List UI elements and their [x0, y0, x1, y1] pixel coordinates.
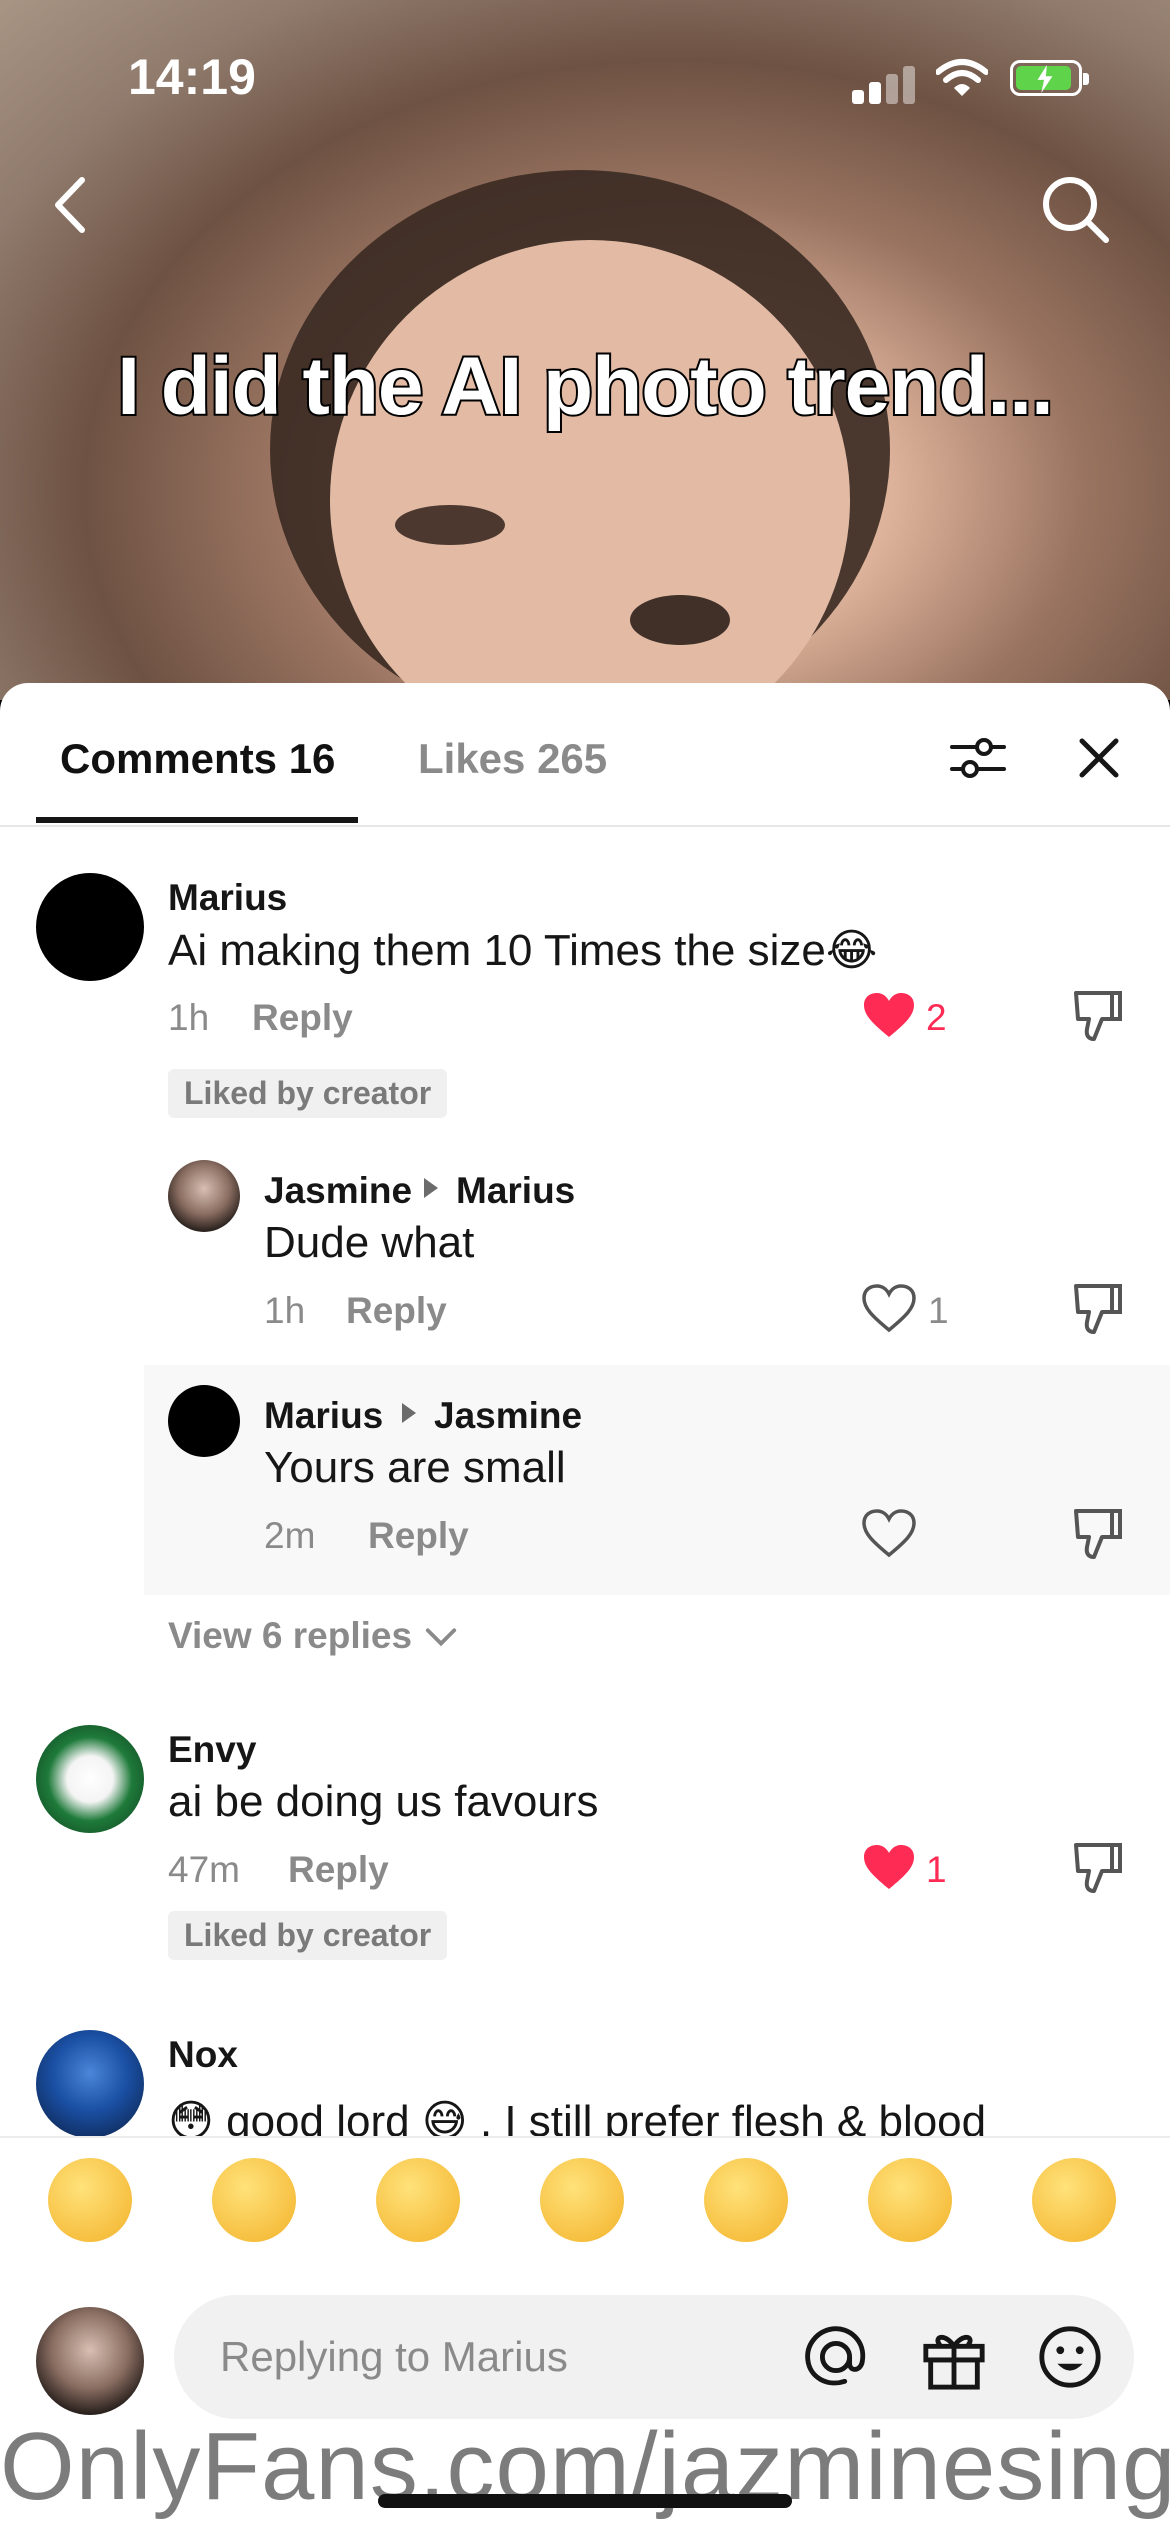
mention-icon[interactable]: [802, 2323, 870, 2391]
emoji-tears-of-joy-icon[interactable]: [376, 2158, 460, 2242]
comment-input-row: Replying to Marius: [0, 2283, 1170, 2423]
emoji-sweat-smile-icon[interactable]: [868, 2158, 952, 2242]
like-count: 1: [928, 1290, 949, 1331]
heart-outline-icon[interactable]: [862, 1509, 916, 1559]
video-eye-left: [395, 505, 505, 545]
reply-item: Jasmine Marius Dude what 1h Reply 1: [0, 1160, 1170, 1370]
tab-comments[interactable]: Comments 16: [60, 735, 335, 783]
comments-sheet: Comments 16 Likes 265 Marius Ai making t…: [0, 683, 1170, 2532]
chevron-down-icon: [425, 1628, 457, 1647]
reply-time: 2m: [264, 1515, 316, 1556]
home-indicator[interactable]: [378, 2494, 792, 2508]
filter-icon[interactable]: [948, 733, 1008, 783]
emoji-smirk-icon[interactable]: [704, 2158, 788, 2242]
emoji-flushed-icon[interactable]: [540, 2158, 624, 2242]
comment-item: Envy ai be doing us favours 47m Reply 1 …: [0, 1705, 1170, 1985]
reply-to-username[interactable]: Marius: [456, 1170, 575, 1212]
comment-item: Marius Ai making them 10 Times the size😂…: [0, 825, 1170, 1125]
reply-text: Dude what: [264, 1218, 475, 1267]
comment-item: Nox 😳 good lord 😅 , I still prefer flesh…: [0, 2010, 1170, 2141]
reply-text: Yours are small: [264, 1443, 566, 1492]
comment-time: 47m: [168, 1849, 240, 1890]
emoji-picker-icon[interactable]: [1036, 2323, 1104, 2391]
emoji-smiling-hearts-icon[interactable]: [212, 2158, 296, 2242]
avatar[interactable]: [168, 1385, 240, 1457]
comment-text: 😳 good lord 😅 , I still prefer flesh & b…: [168, 2097, 987, 2141]
status-time: 14:19: [128, 49, 256, 105]
tab-bar: Comments 16 Likes 265: [0, 683, 1170, 827]
like-count: 1: [926, 1849, 947, 1890]
signal-icon: [852, 62, 916, 104]
dislike-icon[interactable]: [1072, 1282, 1124, 1336]
comment-text: ai be doing us favours: [168, 1777, 599, 1826]
reply-arrow-icon: [402, 1403, 416, 1423]
view-replies-button[interactable]: View 6 replies: [168, 1615, 457, 1657]
emoji-pleading-icon[interactable]: [1032, 2158, 1116, 2242]
comment-text: Ai making them 10 Times the size😂: [168, 926, 878, 975]
tab-active-indicator: [36, 817, 358, 823]
comment-time: 1h: [168, 997, 210, 1038]
reply-username[interactable]: Marius: [264, 1395, 383, 1437]
avatar[interactable]: [36, 1725, 144, 1833]
wifi-icon: [936, 59, 988, 96]
tab-likes[interactable]: Likes 265: [418, 735, 607, 783]
heart-outline-icon[interactable]: [862, 1284, 916, 1334]
comment-username[interactable]: Envy: [168, 1729, 256, 1771]
battery-icon: [1010, 60, 1089, 96]
reply-to-username[interactable]: Jasmine: [434, 1395, 582, 1437]
avatar[interactable]: [168, 1160, 240, 1232]
reply-button[interactable]: Reply: [288, 1849, 389, 1891]
comment-input-placeholder: Replying to Marius: [220, 2333, 568, 2380]
back-chevron-icon[interactable]: [44, 170, 104, 240]
heart-filled-icon[interactable]: [862, 1843, 916, 1893]
reply-button[interactable]: Reply: [368, 1515, 469, 1557]
close-icon[interactable]: [1076, 735, 1122, 781]
reply-item-highlighted: Marius Jasmine Yours are small 2m Reply: [144, 1365, 1170, 1595]
reply-button[interactable]: Reply: [252, 997, 353, 1039]
search-icon[interactable]: [1036, 170, 1116, 250]
like-count: 2: [926, 997, 947, 1038]
avatar[interactable]: [36, 873, 144, 981]
video-eye-right: [630, 595, 730, 645]
comment-username[interactable]: Marius: [168, 877, 287, 919]
dislike-icon[interactable]: [1072, 989, 1124, 1043]
emoji-quick-bar: [0, 2136, 1170, 2272]
comment-input[interactable]: Replying to Marius: [174, 2295, 1134, 2419]
video-caption: I did the AI photo trend...: [115, 339, 1056, 434]
my-avatar[interactable]: [36, 2307, 144, 2415]
liked-by-creator-badge: Liked by creator: [168, 1911, 448, 1960]
liked-by-creator-badge: Liked by creator: [168, 1069, 448, 1118]
gift-icon[interactable]: [920, 2323, 988, 2391]
reply-arrow-icon: [424, 1178, 438, 1198]
avatar[interactable]: [36, 2030, 144, 2138]
reply-username[interactable]: Jasmine: [264, 1170, 412, 1212]
dislike-icon[interactable]: [1072, 1507, 1124, 1561]
status-bar: 14:19: [0, 44, 1170, 114]
emoji-grin-icon[interactable]: [48, 2158, 132, 2242]
comment-username[interactable]: Nox: [168, 2034, 238, 2076]
view-replies-label: View 6 replies: [168, 1615, 413, 1656]
heart-filled-icon[interactable]: [862, 991, 916, 1041]
comment-list: Marius Ai making them 10 Times the size😂…: [0, 825, 1170, 2141]
video-preview[interactable]: 14:19 I did the AI photo trend...: [0, 0, 1170, 700]
reply-button[interactable]: Reply: [346, 1290, 447, 1332]
dislike-icon[interactable]: [1072, 1841, 1124, 1895]
reply-time: 1h: [264, 1290, 306, 1331]
